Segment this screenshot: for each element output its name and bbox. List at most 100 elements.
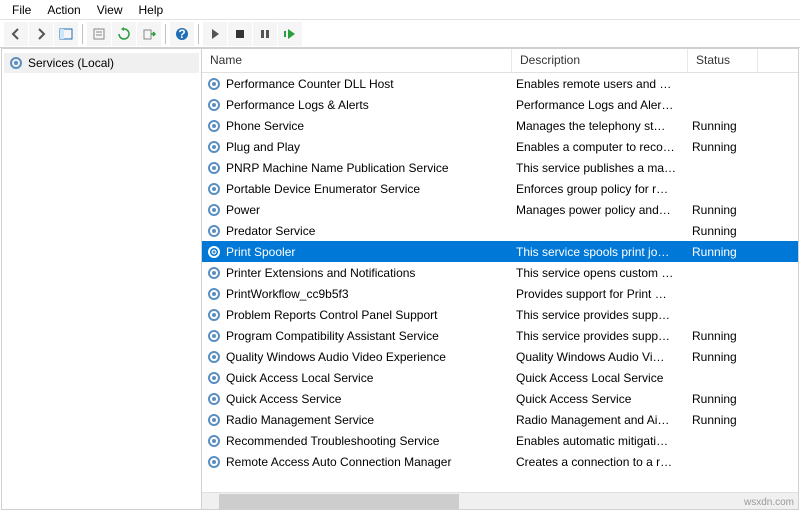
service-name: Printer Extensions and Notifications (226, 266, 415, 280)
service-status-cell: Running (688, 245, 758, 259)
restart-service-button[interactable] (278, 22, 302, 46)
service-name: Quick Access Local Service (226, 371, 373, 385)
service-gear-icon (206, 118, 222, 134)
properties-button[interactable] (87, 22, 111, 46)
service-name-cell: Performance Counter DLL Host (202, 76, 512, 92)
service-name: Quality Windows Audio Video Experience (226, 350, 446, 364)
service-row[interactable]: Remote Access Auto Connection ManagerCre… (202, 451, 798, 472)
service-row[interactable]: Phone ServiceManages the telephony st…Ru… (202, 115, 798, 136)
export-button[interactable] (137, 22, 161, 46)
service-name-cell: Print Spooler (202, 244, 512, 260)
service-row[interactable]: Quick Access Local Service Quick Access L… (202, 367, 798, 388)
rows-container[interactable]: Performance Counter DLL HostEnables remo… (202, 73, 798, 492)
service-gear-icon (206, 307, 222, 323)
service-row[interactable]: Printer Extensions and Notifications This… (202, 262, 798, 283)
service-name: Program Compatibility Assistant Service (226, 329, 439, 343)
toolbar-separator (198, 24, 199, 44)
service-row[interactable]: Plug and Play Enables a computer to reco…… (202, 136, 798, 157)
tree-label: Services (Local) (28, 56, 114, 70)
service-row[interactable]: Predator ServiceRunning (202, 220, 798, 241)
service-gear-icon (206, 286, 222, 302)
service-desc-cell: This service provides supp… (512, 308, 688, 322)
back-button[interactable] (4, 22, 28, 46)
service-name-cell: Phone Service (202, 118, 512, 134)
col-status[interactable]: Status (688, 49, 758, 72)
service-name-cell: Recommended Troubleshooting Service (202, 433, 512, 449)
service-gear-icon (206, 328, 222, 344)
start-service-button[interactable] (203, 22, 227, 46)
service-gear-icon (206, 244, 222, 260)
service-row[interactable]: Performance Counter DLL HostEnables remo… (202, 73, 798, 94)
service-gear-icon (206, 370, 222, 386)
pause-service-button[interactable] (253, 22, 277, 46)
service-name-cell: Predator Service (202, 223, 512, 239)
menu-view[interactable]: View (89, 1, 131, 19)
service-desc-cell: Performance Logs and Aler… (512, 98, 688, 112)
menu-action[interactable]: Action (39, 1, 88, 19)
service-desc-cell: Quick Access Local Service (512, 371, 688, 385)
service-row[interactable]: PowerManages power policy and…Running (202, 199, 798, 220)
service-name-cell: Problem Reports Control Panel Support (202, 307, 512, 323)
service-row[interactable]: PrintWorkflow_cc9b5f3Provides support fo… (202, 283, 798, 304)
hscroll-thumb[interactable] (219, 494, 459, 509)
service-name: Print Spooler (226, 245, 295, 259)
service-name-cell: Quick Access Service (202, 391, 512, 407)
tree-services-local[interactable]: Services (Local) (4, 53, 199, 73)
service-status-cell: Running (688, 350, 758, 364)
watermark: wsxdn.com (744, 497, 794, 508)
service-row[interactable]: Quality Windows Audio Video ExperienceQu… (202, 346, 798, 367)
service-status-cell: Running (688, 140, 758, 154)
column-headers: Name Description Status (202, 49, 798, 73)
services-icon (8, 55, 24, 71)
svg-text:?: ? (178, 27, 185, 41)
service-row[interactable]: Print SpoolerThis service spools print j… (202, 241, 798, 262)
service-name-cell: Radio Management Service (202, 412, 512, 428)
toolbar-separator (82, 24, 83, 44)
menu-file[interactable]: File (4, 1, 39, 19)
service-status-cell: Running (688, 329, 758, 343)
service-desc-cell: This service opens custom … (512, 266, 688, 280)
service-row[interactable]: Recommended Troubleshooting Service Enabl… (202, 430, 798, 451)
service-name: Radio Management Service (226, 413, 374, 427)
service-name-cell: Program Compatibility Assistant Service (202, 328, 512, 344)
service-desc-cell: This service publishes a ma… (512, 161, 688, 175)
refresh-button[interactable] (112, 22, 136, 46)
horizontal-scrollbar[interactable] (202, 492, 798, 509)
menu-help[interactable]: Help (131, 1, 172, 19)
service-row[interactable]: Problem Reports Control Panel Support Thi… (202, 304, 798, 325)
service-row[interactable]: Portable Device Enumerator ServiceEnforc… (202, 178, 798, 199)
service-name: Power (226, 203, 260, 217)
service-name-cell: Portable Device Enumerator Service (202, 181, 512, 197)
show-hide-tree-button[interactable] (54, 22, 78, 46)
service-status-cell: Running (688, 413, 758, 427)
service-name: Problem Reports Control Panel Support (226, 308, 437, 322)
service-row[interactable]: Quick Access ServiceQuick Access Service… (202, 388, 798, 409)
service-status-cell: Running (688, 119, 758, 133)
col-name[interactable]: Name (202, 49, 512, 72)
service-name: Phone Service (226, 119, 304, 133)
service-desc-cell: Enables a computer to reco… (512, 140, 688, 154)
service-name: Performance Counter DLL Host (226, 77, 394, 91)
service-name-cell: Quick Access Local Service (202, 370, 512, 386)
service-row[interactable]: Program Compatibility Assistant ServiceT… (202, 325, 798, 346)
col-description[interactable]: Description (512, 49, 688, 72)
menubar: File Action View Help (0, 0, 800, 20)
toolbar-separator (165, 24, 166, 44)
service-row[interactable]: PNRP Machine Name Publication ServiceThi… (202, 157, 798, 178)
service-name: Plug and Play (226, 140, 300, 154)
stop-service-button[interactable] (228, 22, 252, 46)
service-desc-cell: Creates a connection to a r… (512, 455, 688, 469)
service-gear-icon (206, 139, 222, 155)
service-gear-icon (206, 433, 222, 449)
service-name: Predator Service (226, 224, 315, 238)
forward-button[interactable] (29, 22, 53, 46)
service-desc-cell: Enables automatic mitigati… (512, 434, 688, 448)
service-desc-cell: Enforces group policy for r… (512, 182, 688, 196)
help-button[interactable]: ? (170, 22, 194, 46)
service-name-cell: Performance Logs & Alerts (202, 97, 512, 113)
service-gear-icon (206, 265, 222, 281)
service-gear-icon (206, 76, 222, 92)
service-name: Recommended Troubleshooting Service (226, 434, 439, 448)
service-row[interactable]: Radio Management ServiceRadio Management… (202, 409, 798, 430)
service-row[interactable]: Performance Logs & AlertsPerformance Log… (202, 94, 798, 115)
